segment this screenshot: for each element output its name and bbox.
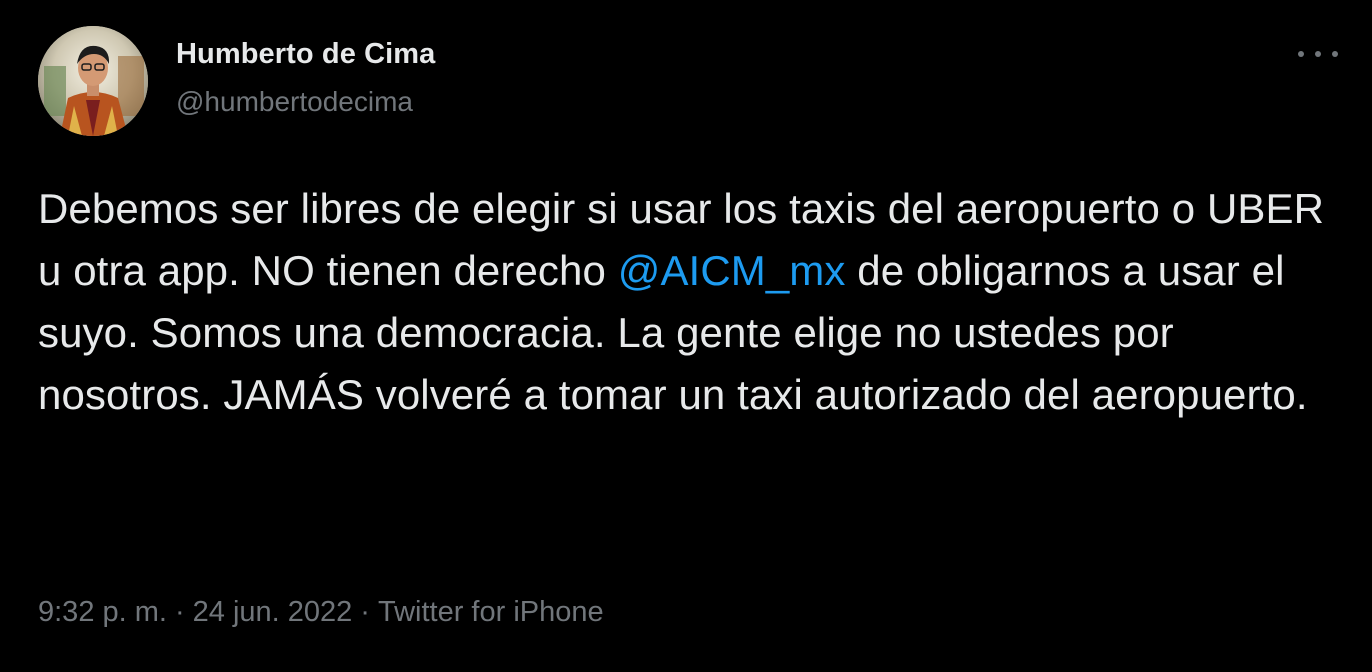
tweet-card: Humberto de Cima @humbertodecima Debemos… <box>0 0 1372 672</box>
more-dot <box>1332 51 1338 57</box>
tweet-time[interactable]: 9:32 p. m. <box>38 596 167 628</box>
meta-separator: · <box>360 596 370 628</box>
user-display-name[interactable]: Humberto de Cima <box>176 38 435 71</box>
mention-link[interactable]: @AICM_mx <box>618 247 846 294</box>
tweet-text: Debemos ser libres de elegir si usar los… <box>38 178 1328 426</box>
avatar[interactable] <box>38 26 148 136</box>
more-horizontal-icon[interactable] <box>1298 42 1338 66</box>
user-handle[interactable]: @humbertodecima <box>176 86 413 118</box>
tweet-meta: 9:32 p. m. · 24 jun. 2022 · Twitter for iPho… <box>38 596 604 629</box>
meta-separator: · <box>174 596 185 628</box>
more-dot <box>1315 51 1321 57</box>
tweet-source[interactable]: Twitter for iPhone <box>378 596 604 628</box>
tweet-date[interactable]: 24 jun. 2022 <box>193 596 353 628</box>
more-dot <box>1298 51 1304 57</box>
